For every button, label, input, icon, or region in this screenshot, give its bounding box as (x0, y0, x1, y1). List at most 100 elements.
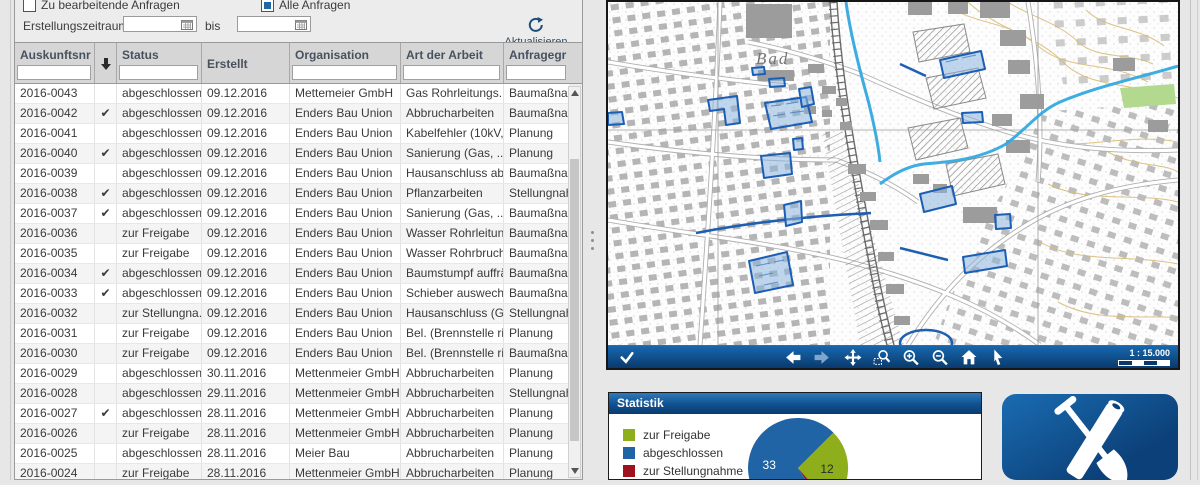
cell-anfragegrund: Baumaßnahm (509, 266, 569, 280)
cell-check: ✔ (95, 144, 117, 163)
cell-auskunftsnr: 2016-0032 (15, 304, 95, 323)
cell-organisation: Enders Bau Union (290, 144, 401, 163)
calendar-icon[interactable] (295, 19, 307, 30)
table-row[interactable]: 2016-0024 zur Freigabe 28.11.2016 Metten… (15, 464, 569, 479)
cell-status: abgeschlossen (117, 404, 202, 423)
map-panel[interactable]: Bad 1: 15.000 (606, 0, 1180, 370)
filter-anfragegrund[interactable] (506, 65, 566, 80)
cell-anfragegrund: Planung (509, 406, 554, 420)
filter-organisation[interactable] (292, 65, 397, 80)
cell-auskunftsnr: 2016-0036 (15, 224, 95, 243)
table-row[interactable]: 2016-0038 ✔ abgeschlossen 09.12.2016 End… (15, 184, 569, 204)
cell-art: Schieber auswech... (401, 284, 504, 303)
cell-organisation: Enders Bau Union (290, 204, 401, 223)
table-row[interactable]: 2016-0040 ✔ abgeschlossen 09.12.2016 End… (15, 144, 569, 164)
forward-icon[interactable] (813, 349, 831, 366)
home-icon[interactable] (960, 349, 978, 366)
checkbox-pending-label[interactable]: Zu bearbeitende Anfragen (41, 0, 180, 12)
cell-organisation: Mettemeier GmbH (290, 84, 401, 103)
cell-art: Pflanzarbeiten (401, 184, 504, 203)
checkbox-all-label[interactable]: Alle Anfragen (279, 0, 350, 12)
table-row[interactable]: 2016-0042 ✔ abgeschlossen 09.12.2016 End… (15, 104, 569, 124)
table-row[interactable]: 2016-0025 abgeschlossen 28.11.2016 Meier… (15, 444, 569, 464)
cell-organisation: Enders Bau Union (290, 324, 401, 343)
back-icon[interactable] (784, 349, 802, 366)
refresh-icon (528, 17, 543, 32)
cell-check (95, 344, 117, 363)
filter-auskunftsnr[interactable] (17, 65, 91, 80)
header-art-der-arbeit[interactable]: Art der Arbeit (401, 43, 504, 83)
cell-erstellt: 09.12.2016 (202, 204, 290, 223)
cell-anfragegrund: Stellungnahm (509, 386, 569, 400)
cell-anfragegrund: Baumaßnahm (509, 246, 569, 260)
cell-art: Abbrucharbeiten (401, 444, 504, 463)
table-row[interactable]: 2016-0029 abgeschlossen 30.11.2016 Mette… (15, 364, 569, 384)
table-row[interactable]: 2016-0033 ✔ abgeschlossen 09.12.2016 End… (15, 284, 569, 304)
panel-splitter[interactable] (591, 231, 594, 253)
cell-erstellt: 09.12.2016 (202, 264, 290, 283)
table-row[interactable]: 2016-0037 ✔ abgeschlossen 09.12.2016 End… (15, 204, 569, 224)
header-erstellt[interactable]: Erstellt (202, 43, 290, 83)
table-row[interactable]: 2016-0027 ✔ abgeschlossen 28.11.2016 Met… (15, 404, 569, 424)
table-row[interactable]: 2016-0041 abgeschlossen 09.12.2016 Ender… (15, 124, 569, 144)
header-sort-column[interactable] (95, 43, 117, 83)
table-row[interactable]: 2016-0030 zur Freigabe 09.12.2016 Enders… (15, 344, 569, 364)
cell-check (95, 464, 117, 479)
filter-status[interactable] (119, 65, 198, 80)
legend-swatch (623, 465, 635, 477)
cell-check: ✔ (95, 404, 117, 423)
scroll-down-arrow[interactable] (571, 468, 579, 474)
table-row[interactable]: 2016-0032 zur Stellungna... 09.12.2016 E… (15, 304, 569, 324)
cell-auskunftsnr: 2016-0026 (15, 424, 95, 443)
table-row[interactable]: 2016-0039 abgeschlossen 09.12.2016 Ender… (15, 164, 569, 184)
table-row[interactable]: 2016-0036 zur Freigabe 09.12.2016 Enders… (15, 224, 569, 244)
cell-erstellt: 09.12.2016 (202, 124, 290, 143)
table-header: Auskunftsnr Status Erstellt Organisation… (15, 42, 582, 84)
map-canvas[interactable]: Bad (607, 1, 1179, 358)
cell-organisation: Enders Bau Union (290, 124, 401, 143)
scroll-thumb[interactable] (570, 159, 579, 441)
check-icon[interactable] (618, 349, 636, 366)
cell-anfragegrund: Planung (509, 146, 554, 160)
table-scrollbar[interactable] (568, 86, 581, 478)
cell-auskunftsnr: 2016-0042 (15, 104, 95, 123)
cell-status: zur Freigabe (117, 464, 202, 479)
filter-art-der-arbeit[interactable] (403, 65, 500, 80)
planauskunft-tile-button[interactable] (1002, 394, 1178, 484)
scroll-up-arrow[interactable] (571, 90, 579, 96)
header-organisation[interactable]: Organisation (290, 43, 401, 83)
checkbox-all-requests[interactable] (261, 0, 274, 12)
table-row[interactable]: 2016-0031 zur Freigabe 09.12.2016 Enders… (15, 324, 569, 344)
cell-auskunftsnr: 2016-0034 (15, 264, 95, 283)
cell-organisation: Enders Bau Union (290, 224, 401, 243)
cell-status: abgeschlossen (117, 164, 202, 183)
table-row[interactable]: 2016-0028 abgeschlossen 29.11.2016 Mette… (15, 384, 569, 404)
zoom-in-icon[interactable] (902, 349, 920, 366)
cell-status: abgeschlossen (117, 264, 202, 283)
cell-erstellt: 29.11.2016 (202, 384, 290, 403)
cell-anfragegrund: Baumaßnahm (509, 346, 569, 360)
cell-anfragegrund: Planung (509, 466, 554, 479)
header-status[interactable]: Status (117, 43, 202, 83)
cell-anfragegrund: Planung (509, 126, 554, 140)
table-row[interactable]: 2016-0043 abgeschlossen 09.12.2016 Mette… (15, 84, 569, 104)
header-anfragegrund[interactable]: Anfragegrund (504, 43, 569, 83)
cell-organisation: Enders Bau Union (290, 244, 401, 263)
calendar-icon[interactable] (181, 19, 193, 30)
table-row[interactable]: 2016-0034 ✔ abgeschlossen 09.12.2016 End… (15, 264, 569, 284)
zoom-box-icon[interactable] (873, 349, 891, 366)
header-auskunftsnr[interactable]: Auskunftsnr (15, 43, 95, 83)
pan-icon[interactable] (844, 349, 862, 366)
pointer-icon[interactable] (989, 349, 1007, 366)
cell-art: Baumstumpf auffrä... (401, 264, 504, 283)
cell-check (95, 444, 117, 463)
cell-organisation: Meier Bau (290, 444, 401, 463)
zoom-out-icon[interactable] (931, 349, 949, 366)
table-row[interactable]: 2016-0026 zur Freigabe 28.11.2016 Metten… (15, 424, 569, 444)
legend-label: zur Stellungnahme (643, 464, 744, 478)
table-row[interactable]: 2016-0035 zur Freigabe 09.12.2016 Enders… (15, 244, 569, 264)
cell-art: Bel. (Brennstelle ri... (401, 344, 504, 363)
checkbox-pending-requests[interactable] (23, 0, 36, 12)
cell-art: Abbrucharbeiten (401, 384, 504, 403)
cell-art: Abbrucharbeiten (401, 364, 504, 383)
